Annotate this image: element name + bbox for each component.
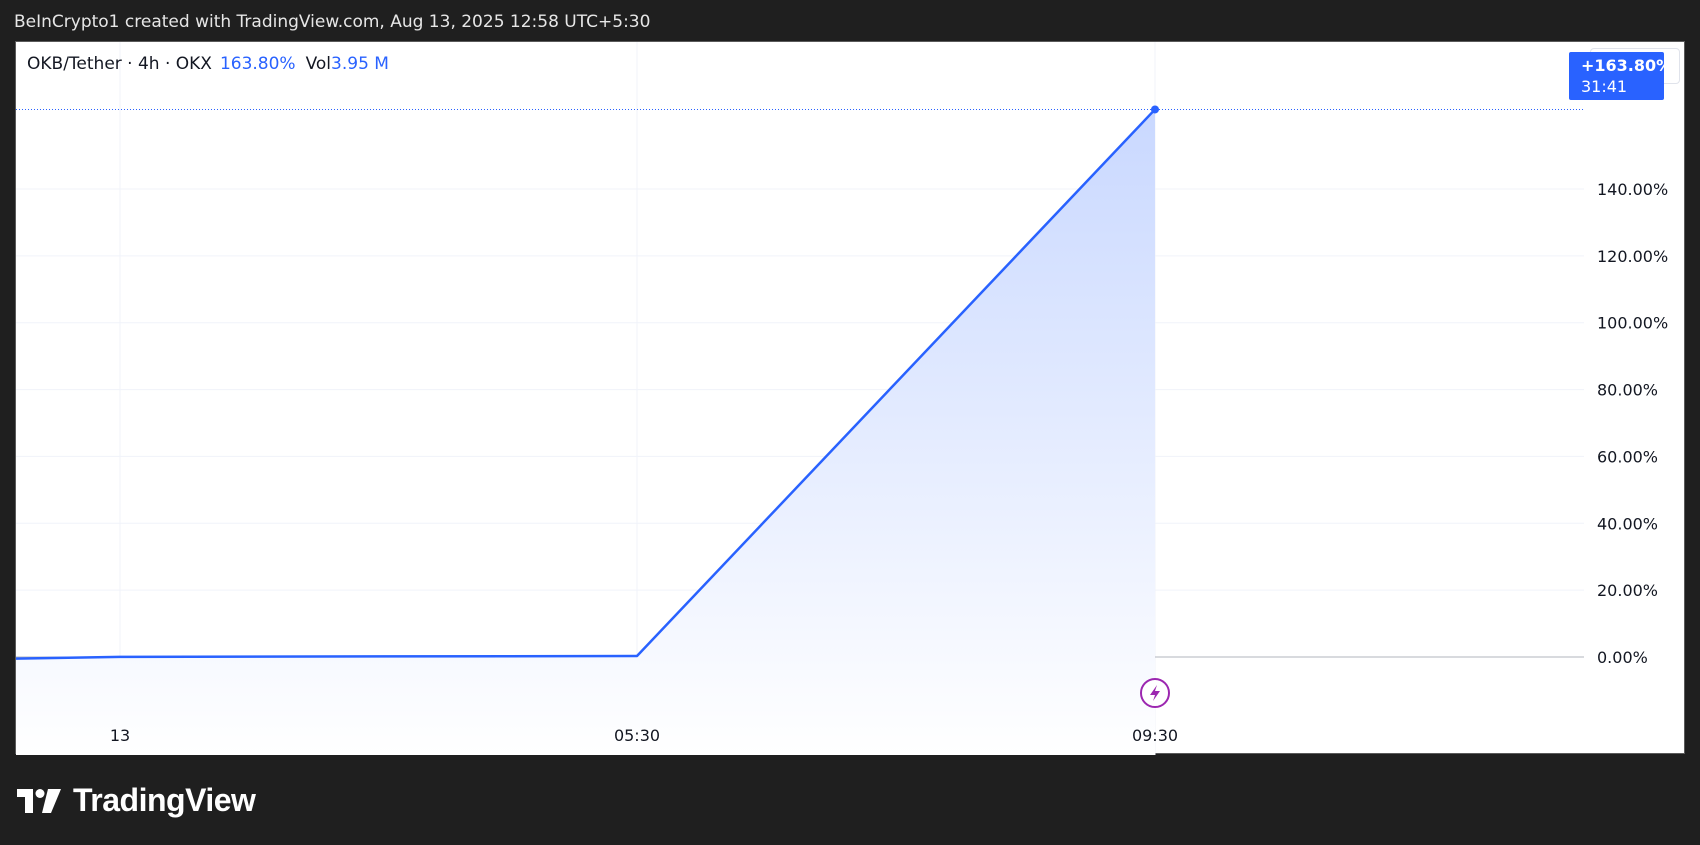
area-fill xyxy=(16,109,1155,755)
data-point xyxy=(1151,105,1159,114)
y-tick-label: 140.00% xyxy=(1597,180,1668,199)
brand-name: TradingView xyxy=(73,782,256,818)
chart-panel[interactable]: 0.00% 20.00% 40.00% 60.00% 80.00% 100.00% 120.… xyxy=(15,41,1686,755)
legend-vol-label: Vol xyxy=(305,54,332,74)
legend-vol-value: 3.95 M xyxy=(331,54,389,74)
tradingview-logo-icon xyxy=(17,788,61,813)
area-series xyxy=(16,105,1159,755)
y-tick-label: 20.00% xyxy=(1597,581,1658,600)
x-tick-label: 09:30 xyxy=(1132,726,1178,745)
x-tick-label: 05:30 xyxy=(614,726,660,745)
y-tick-label: 80.00% xyxy=(1597,381,1658,400)
brand-footer: TradingView xyxy=(17,782,256,819)
y-tick-label: 40.00% xyxy=(1597,514,1658,533)
lightning-icon[interactable] xyxy=(1140,678,1170,708)
chart-banner: BeInCrypto1 created with TradingView.com… xyxy=(14,12,651,32)
last-price-value: +163.80% xyxy=(1581,56,1673,75)
legend-change: 163.80% xyxy=(219,54,296,74)
last-price-tag: +163.80% 31:41 xyxy=(1569,52,1672,100)
y-tick-label: 120.00% xyxy=(1597,247,1668,266)
y-tick-label: 0.00% xyxy=(1597,648,1648,667)
x-tick-label: 13 xyxy=(110,726,130,745)
chart-legend: OKB/Tether · 4h · OKX 163.80% Vol 3.95 M xyxy=(27,54,389,74)
bar-countdown: 31:41 xyxy=(1581,77,1628,96)
chart-canvas[interactable]: 0.00% 20.00% 40.00% 60.00% 80.00% 100.00% 120.… xyxy=(16,42,1686,755)
y-tick-label: 100.00% xyxy=(1597,314,1668,333)
legend-symbol[interactable]: OKB/Tether · 4h · OKX xyxy=(27,54,212,74)
y-tick-label: 60.00% xyxy=(1597,447,1658,466)
